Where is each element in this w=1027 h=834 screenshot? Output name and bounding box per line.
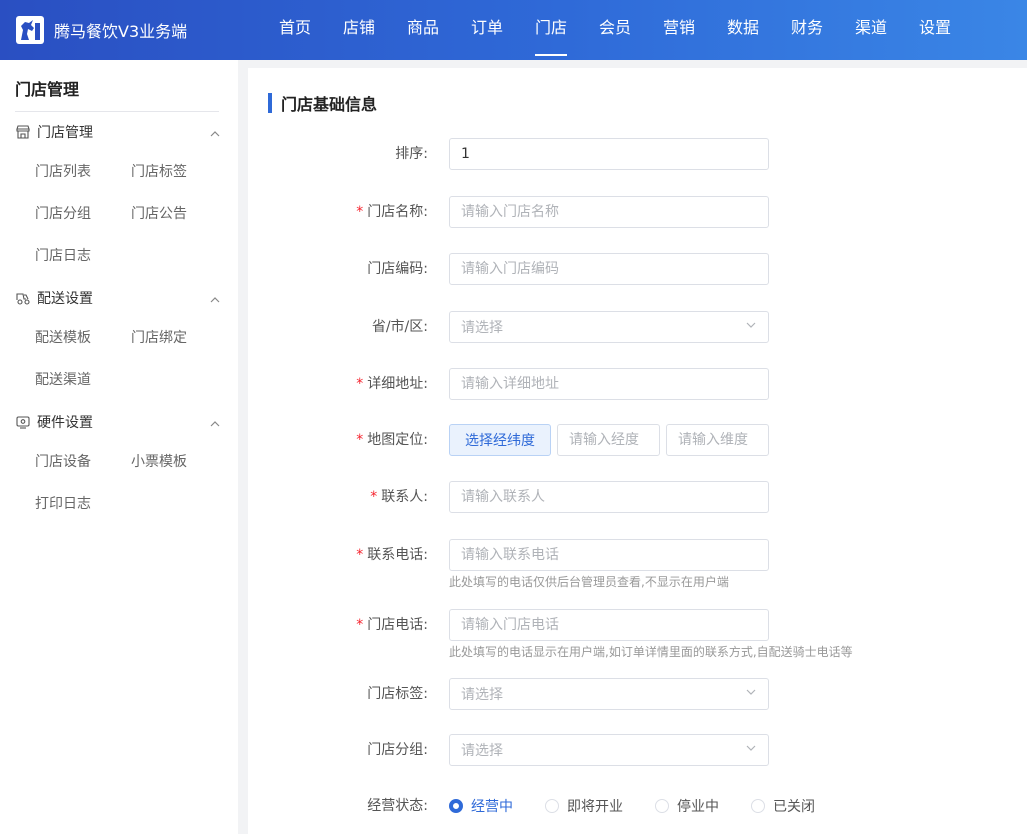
nav-item-home[interactable]: 首页: [263, 0, 327, 60]
sidebar-item-store-logs[interactable]: 门店日志: [35, 245, 91, 265]
status-radio-suspended[interactable]: 停业中: [655, 796, 719, 816]
store-group-label: 门店分组:: [367, 742, 428, 758]
chevron-up-icon: [210, 127, 220, 137]
store-phone-hint: 此处填写的电话显示在用户端,如订单详情里面的联系方式,自配送骑士电话等: [449, 645, 853, 659]
sort-input[interactable]: [449, 138, 769, 170]
brand-name: 腾马餐饮V3业务端: [54, 22, 188, 41]
store-name-label: * 门店名称:: [356, 204, 428, 220]
address-label: * 详细地址:: [356, 376, 428, 392]
chevron-down-icon: [745, 742, 757, 758]
store-code-input[interactable]: [449, 253, 769, 285]
longitude-input[interactable]: [557, 424, 660, 456]
store-phone-input[interactable]: [449, 609, 769, 641]
select-coordinates-button[interactable]: 选择经纬度: [449, 424, 551, 456]
business-status-label: 经营状态:: [367, 798, 428, 814]
sidebar: 门店管理 门店管理 门店列表 门店标签 门店分组 门店公告 门店日志 配送设置 …: [0, 60, 238, 834]
radio-unchecked-icon: [655, 799, 669, 813]
store-icon: [15, 124, 31, 140]
brand[interactable]: 腾马餐饮V3业务端: [14, 12, 187, 48]
nav-item-orders[interactable]: 订单: [455, 0, 519, 60]
sidebar-divider: [15, 111, 219, 112]
store-group-select[interactable]: 请选择: [449, 734, 769, 766]
status-radio-closed[interactable]: 已关闭: [751, 796, 815, 816]
store-group-placeholder: 请选择: [461, 743, 503, 759]
contact-phone-hint: 此处填写的电话仅供后台管理员查看,不显示在用户端: [449, 575, 729, 589]
sidebar-item-store-tags[interactable]: 门店标签: [131, 161, 187, 181]
main-panel: 门店基础信息 排序: *门店名称: 门店编码: 省/市/区: 请选择 *详细地址…: [248, 68, 1027, 834]
chevron-up-icon: [210, 417, 220, 427]
contact-phone-label: * 联系电话:: [356, 547, 428, 563]
sidebar-item-store-devices[interactable]: 门店设备: [35, 451, 91, 471]
region-label: 省/市/区:: [371, 319, 428, 335]
nav-item-data[interactable]: 数据: [711, 0, 775, 60]
nav-item-channels[interactable]: 渠道: [839, 0, 903, 60]
sort-label: 排序:: [395, 146, 428, 162]
sidebar-group-delivery-settings[interactable]: 配送设置: [15, 288, 220, 308]
chevron-down-icon: [745, 319, 757, 335]
sidebar-item-receipt-templates[interactable]: 小票模板: [131, 451, 187, 471]
horse-logo-icon: [14, 14, 46, 46]
contact-phone-input[interactable]: [449, 539, 769, 571]
nav-item-stores[interactable]: 门店: [519, 0, 583, 60]
sidebar-item-delivery-templates[interactable]: 配送模板: [35, 327, 91, 347]
business-status-radio-group: 经营中 即将开业 停业中 已关闭: [449, 790, 847, 822]
sidebar-item-print-logs[interactable]: 打印日志: [35, 493, 91, 513]
sidebar-group-hardware-settings[interactable]: 硬件设置: [15, 412, 220, 432]
address-input[interactable]: [449, 368, 769, 400]
nav-item-shop[interactable]: 店铺: [327, 0, 391, 60]
radio-unchecked-icon: [545, 799, 559, 813]
sidebar-group-store-management[interactable]: 门店管理: [15, 122, 220, 142]
nav-item-goods[interactable]: 商品: [391, 0, 455, 60]
sidebar-title: 门店管理: [15, 80, 80, 99]
nav-item-finance[interactable]: 财务: [775, 0, 839, 60]
store-name-input[interactable]: [449, 196, 769, 228]
store-tags-select[interactable]: 请选择: [449, 678, 769, 710]
sidebar-item-store-list[interactable]: 门店列表: [35, 161, 91, 181]
nav-item-members[interactable]: 会员: [583, 0, 647, 60]
map-location-label: * 地图定位:: [356, 432, 428, 448]
store-code-label: 门店编码:: [367, 261, 428, 277]
contact-label: * 联系人:: [370, 489, 428, 505]
sidebar-group-label: 门店管理: [37, 125, 93, 141]
section-title-bar: [268, 93, 272, 113]
top-navbar: 腾马餐饮V3业务端 首页 店铺 商品 订单 门店 会员 营销 数据 财务 渠道 …: [0, 0, 1027, 60]
store-tags-label: 门店标签:: [367, 686, 428, 702]
store-phone-label: * 门店电话:: [356, 617, 428, 633]
sidebar-group-label: 配送设置: [37, 291, 93, 307]
delivery-icon: [15, 290, 31, 306]
sidebar-group-label: 硬件设置: [37, 415, 93, 431]
sidebar-item-delivery-channels[interactable]: 配送渠道: [35, 369, 91, 389]
status-radio-open[interactable]: 经营中: [449, 796, 513, 816]
section-title: 门店基础信息: [268, 92, 377, 114]
chevron-up-icon: [210, 293, 220, 303]
nav-item-settings[interactable]: 设置: [903, 0, 967, 60]
nav-item-marketing[interactable]: 营销: [647, 0, 711, 60]
contact-input[interactable]: [449, 481, 769, 513]
device-icon: [15, 414, 31, 430]
sidebar-item-store-binding[interactable]: 门店绑定: [131, 327, 187, 347]
region-select[interactable]: 请选择: [449, 311, 769, 343]
chevron-down-icon: [745, 686, 757, 702]
store-tags-placeholder: 请选择: [461, 687, 503, 703]
sidebar-item-store-groups[interactable]: 门店分组: [35, 203, 91, 223]
main-nav: 首页 店铺 商品 订单 门店 会员 营销 数据 财务 渠道 设置: [263, 0, 967, 60]
region-select-placeholder: 请选择: [461, 320, 503, 336]
radio-unchecked-icon: [751, 799, 765, 813]
radio-checked-icon: [449, 799, 463, 813]
section-title-text: 门店基础信息: [281, 95, 378, 114]
latitude-input[interactable]: [666, 424, 769, 456]
sidebar-item-store-notices[interactable]: 门店公告: [131, 203, 187, 223]
status-radio-opening-soon[interactable]: 即将开业: [545, 796, 623, 816]
